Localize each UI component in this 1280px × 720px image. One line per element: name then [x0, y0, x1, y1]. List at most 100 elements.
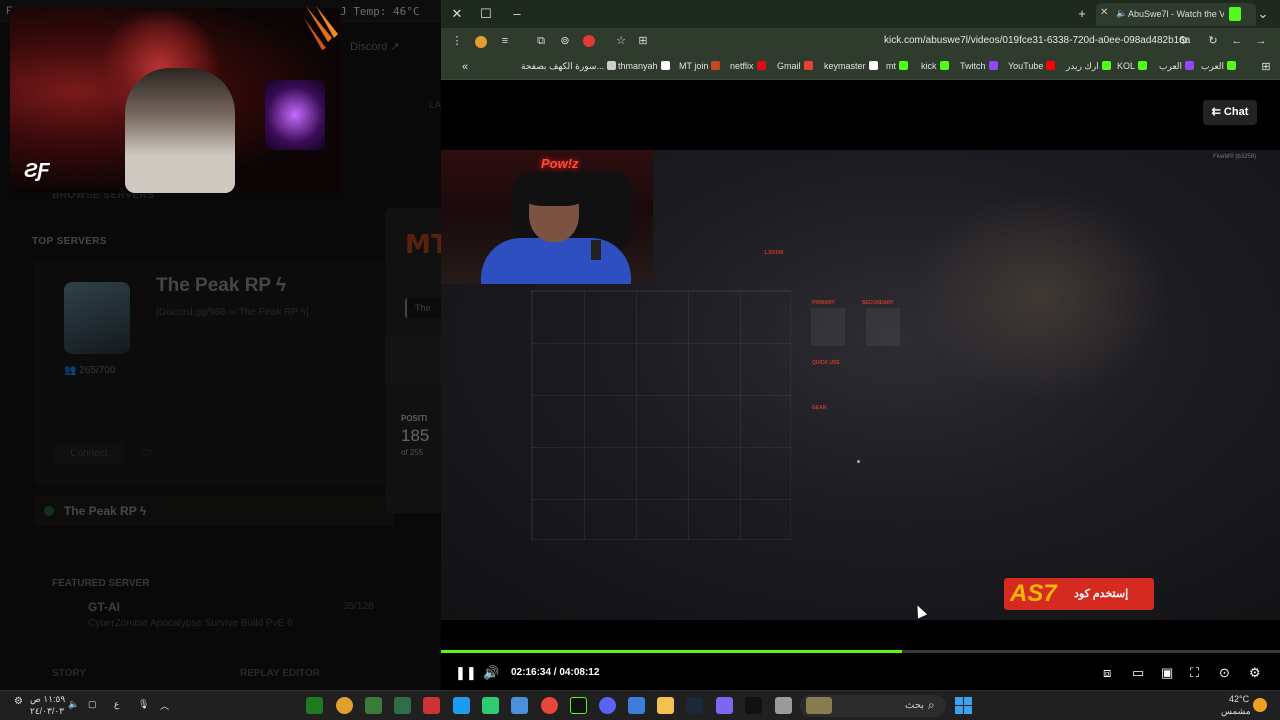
settings-tray-icon[interactable]: ⚙	[14, 696, 23, 707]
minimize-window-icon[interactable]: –	[507, 4, 527, 24]
network-tray-icon[interactable]: ▢	[88, 699, 97, 710]
play-app-icon[interactable]	[306, 697, 323, 714]
twitter-app-icon[interactable]	[453, 697, 470, 714]
extensions-icon[interactable]: ⧉	[533, 33, 549, 49]
windows-start-icon[interactable]	[955, 697, 972, 714]
mt-position-panel: MT The POSITI 185 of 255	[385, 208, 441, 513]
mini-player-icon[interactable]: ⧈	[1103, 665, 1111, 681]
fivem-build-tag: FiveM® (b3258)	[1213, 154, 1257, 160]
tab-close-icon[interactable]: ✕	[1100, 7, 1108, 18]
story-link[interactable]: STORY	[52, 668, 86, 679]
extension-gamepad-icon[interactable]: ⊚	[557, 33, 573, 49]
featured-server-name[interactable]: GT-AI	[88, 600, 120, 614]
ms-store-app-icon[interactable]	[628, 697, 645, 714]
apps-grid-icon[interactable]: ⊞	[1258, 59, 1274, 75]
bookmark-item[interactable]: keymaster	[824, 61, 878, 71]
tiktok-app-icon[interactable]	[745, 697, 762, 714]
language-indicator[interactable]: ع	[114, 699, 119, 710]
bookmarks-overflow-icon[interactable]: «	[457, 59, 473, 75]
bookmarks-bar: « سورة الكهف بصفحة... thmanyah MT join netf…	[441, 55, 1280, 80]
bookmark-item[interactable]: MT join	[679, 61, 721, 71]
taskbar-search[interactable]: بحث ⌕	[800, 695, 946, 717]
bookmark-item[interactable]: العرب	[1201, 61, 1237, 72]
bookmark-item[interactable]: سورة الكهف بصفحة...	[521, 61, 616, 72]
theater-mode-icon[interactable]: ▭	[1132, 665, 1144, 681]
discord-app-icon[interactable]	[599, 697, 616, 714]
reading-list-icon[interactable]: ≡	[497, 33, 513, 49]
bookmark-item[interactable]: Twitch	[960, 61, 998, 71]
excel-app-icon[interactable]	[394, 697, 411, 714]
fullscreen-icon[interactable]: ⛶	[1190, 665, 1199, 681]
bookmark-label: thmanyah	[618, 61, 658, 71]
facecam-mic	[591, 240, 601, 260]
new-tab-icon[interactable]: +	[1072, 4, 1092, 24]
close-window-icon[interactable]: ✕	[447, 4, 467, 24]
bookmark-item[interactable]: thmanyah	[618, 61, 670, 71]
webcam-person	[125, 68, 235, 193]
video-frame[interactable]: 1.20/100 PRIMARY SECONDARY QUICK USE GEA…	[441, 150, 1280, 620]
reload-icon[interactable]: ↻	[1205, 33, 1221, 49]
microphone-tray-icon[interactable]: 🎙	[138, 699, 149, 710]
volume-icon[interactable]: 🔊	[483, 665, 499, 681]
copilot-app-icon[interactable]	[716, 697, 733, 714]
bookmark-item[interactable]: Gmail	[777, 61, 813, 71]
connect-button[interactable]: Connect	[54, 443, 124, 465]
kick-app-icon[interactable]	[570, 697, 587, 714]
rockstar-app-icon[interactable]	[423, 697, 440, 714]
bookmark-item[interactable]: netflix	[730, 61, 766, 71]
chrome-app-icon[interactable]	[541, 697, 558, 714]
back-icon[interactable]: →	[1253, 33, 1269, 49]
browser-tab[interactable]: ✕ 🔈 AbuSwe7l - Watch the VOD	[1096, 3, 1256, 26]
tray-overflow-icon[interactable]: ︿	[160, 699, 169, 712]
profile-avatar-icon[interactable]	[475, 36, 487, 48]
bookmark-item[interactable]: KOL	[1117, 61, 1148, 71]
file-explorer-icon[interactable]	[657, 697, 674, 714]
speaker-tray-icon[interactable]: 🔈	[68, 699, 79, 710]
bookmark-item[interactable]: YouTube	[1008, 61, 1056, 71]
facecam-shirt	[481, 238, 631, 284]
bookmark-item[interactable]: ارك ريدر	[1066, 61, 1111, 72]
steam-app-icon[interactable]	[686, 697, 703, 714]
pause-icon[interactable]: ❚❚	[455, 665, 477, 681]
discord-link[interactable]: Discord ↗	[350, 40, 400, 53]
top-server-card[interactable]: The Peak RP ϟ [Discord.gg/966 ∞ The Peak…	[34, 260, 394, 485]
replay-editor-link[interactable]: REPLAY EDITOR	[240, 668, 320, 679]
chat-toggle-button[interactable]: ⇇ Chat	[1203, 100, 1257, 125]
clock-date[interactable]: ٢٤/٠٣/٠٣	[30, 706, 64, 717]
playback-speed-icon[interactable]: ⊙	[1219, 665, 1230, 681]
site-settings-icon[interactable]: ⚙	[1175, 33, 1191, 49]
bookmark-favicon-icon	[756, 61, 766, 70]
position-label: POSITI	[401, 414, 428, 423]
photos-app-icon[interactable]	[511, 697, 528, 714]
favorite-heart-icon[interactable]: ♡	[142, 447, 152, 460]
share-icon[interactable]: ⊞	[635, 33, 651, 49]
bookmark-favicon-icon	[1101, 61, 1111, 70]
extension-red-icon[interactable]	[583, 35, 595, 47]
bookmark-favicon-icon	[803, 61, 813, 70]
server-list-item[interactable]: The Peak RP ϟ	[34, 496, 394, 526]
maximize-window-icon[interactable]: ☐	[476, 4, 496, 24]
weather-desc[interactable]: مشمس	[1221, 706, 1251, 717]
menu-dots-icon[interactable]: ⋮	[449, 33, 465, 49]
weather-temp[interactable]: 42°C	[1229, 694, 1249, 704]
settings-gear-icon[interactable]: ⚙	[1249, 665, 1261, 681]
primary-slot-label: PRIMARY	[812, 300, 835, 306]
bookmark-label: سورة الكهف بصفحة...	[521, 61, 604, 71]
forward-icon[interactable]: ←	[1229, 33, 1245, 49]
windows-taskbar: ⚙ ١١:٥٩ ص ٢٤/٠٣/٠٣ 🔈 ▢ ع 🎙 ︿ بحث ⌕ 42°C	[0, 690, 1280, 720]
notepad-app-icon[interactable]	[775, 697, 792, 714]
address-bar[interactable]: kick.com/abuswe7l/videos/019fce31-6338-7…	[884, 35, 1190, 46]
seek-bar[interactable]	[441, 650, 1280, 653]
bookmark-item[interactable]: العرب	[1159, 61, 1195, 72]
bookmark-item[interactable]: mt	[886, 61, 908, 71]
pip-icon[interactable]: ▣	[1161, 665, 1173, 681]
bookmark-item[interactable]: kick	[921, 61, 949, 71]
clock-time[interactable]: ١١:٥٩ ص	[30, 694, 65, 705]
brush-app-icon[interactable]	[365, 697, 382, 714]
featured-server-count: 35/128	[343, 601, 374, 612]
player-controls: ❚❚ 🔊 02:16:34 / 04:08:12 ⧈ ▭ ▣ ⛶ ⊙ ⚙	[441, 660, 1280, 686]
bookmark-star-icon[interactable]: ☆	[613, 33, 629, 49]
emoji-app-icon[interactable]	[336, 697, 353, 714]
tab-search-icon[interactable]: ⌄	[1253, 4, 1273, 24]
store-app-icon[interactable]	[482, 697, 499, 714]
